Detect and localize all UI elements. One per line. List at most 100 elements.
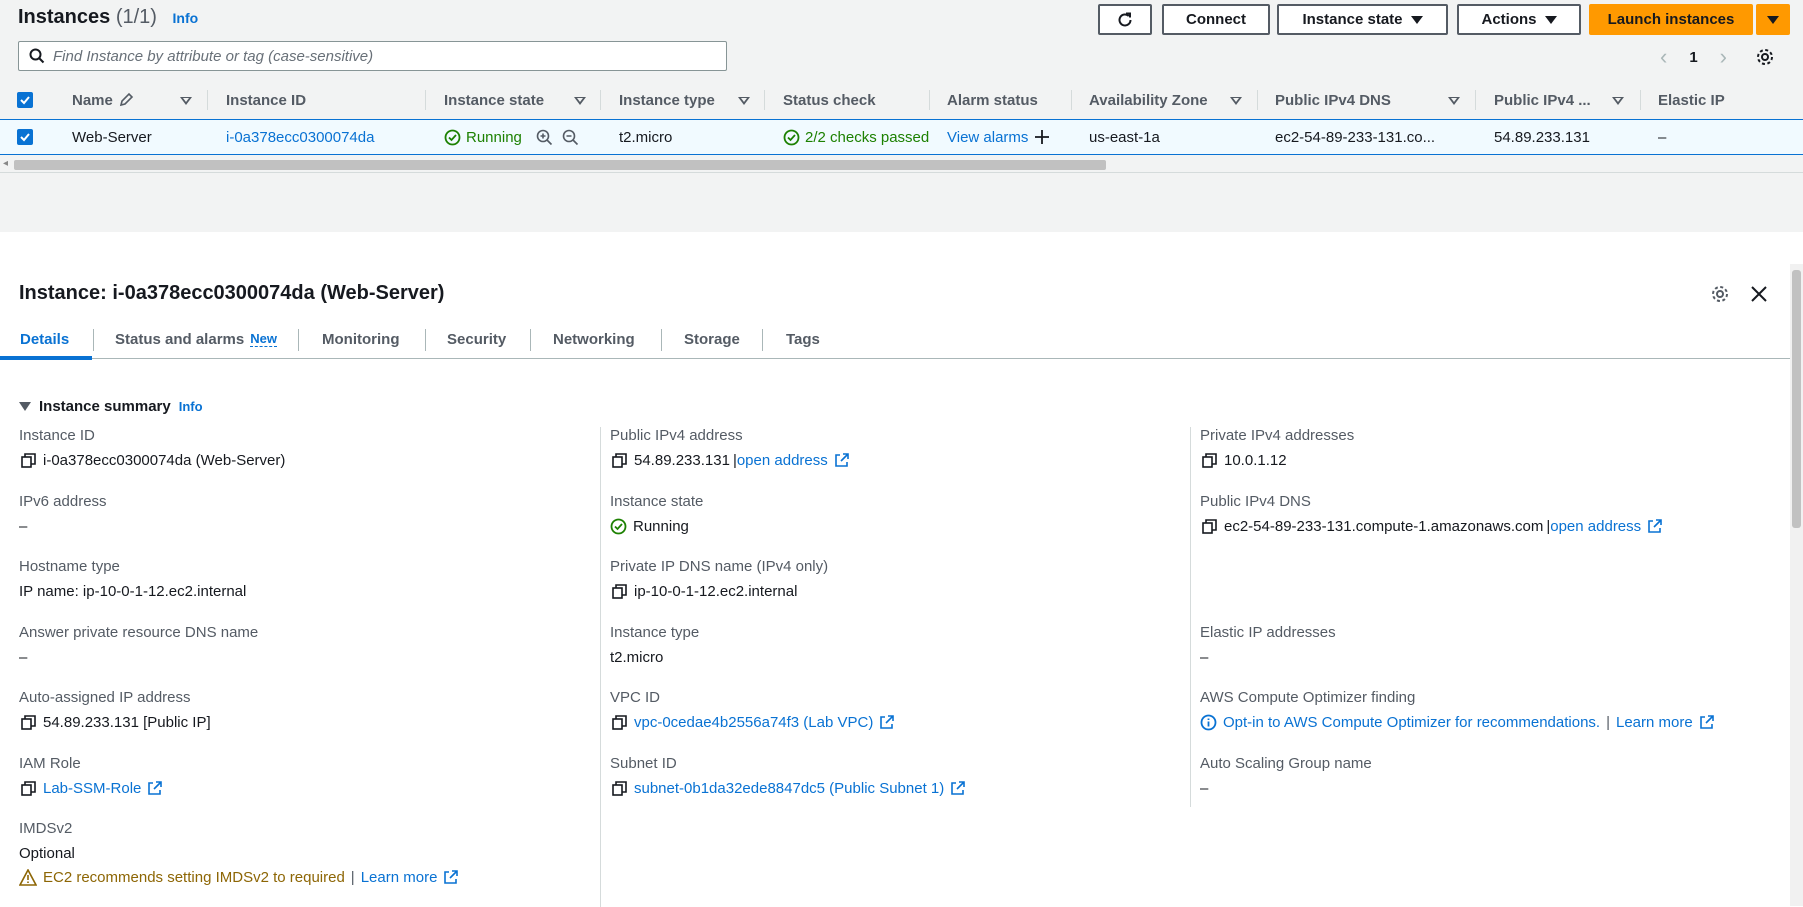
external-link-icon[interactable]	[950, 780, 966, 796]
info-link[interactable]: Info	[173, 10, 199, 26]
summary-info-link[interactable]: Info	[179, 399, 203, 414]
field-public-ipv4-dns: Public IPv4 DNS ec2-54-89-233-131.comput…	[1200, 493, 1760, 538]
field-instance-id: Instance ID i-0a378ecc0300074da (Web-Ser…	[19, 427, 286, 469]
copy-icon[interactable]	[19, 714, 37, 730]
search-input[interactable]	[53, 47, 693, 65]
caret-down-icon	[1767, 15, 1779, 24]
field-subnet-id: Subnet ID subnet-0b1da32ede8847dc5 (Publ…	[610, 755, 1170, 800]
field-iam-role: IAM Role Lab-SSM-Role	[19, 755, 579, 800]
column-header-instance-state[interactable]: Instance state	[444, 82, 544, 118]
copy-icon[interactable]	[610, 452, 628, 468]
refresh-button[interactable]	[1098, 4, 1152, 35]
copy-icon[interactable]	[610, 583, 628, 599]
cell-status-check: 2/2 checks passed	[783, 120, 929, 154]
tab-networking[interactable]: Networking	[553, 319, 635, 359]
scrollbar-thumb[interactable]	[1792, 270, 1801, 528]
gear-icon[interactable]	[1755, 47, 1775, 67]
search-bar[interactable]	[18, 41, 727, 71]
instance-state-button[interactable]: Instance state	[1277, 4, 1448, 35]
tab-monitoring[interactable]: Monitoring	[322, 319, 399, 359]
instance-id-link[interactable]: i-0a378ecc0300074da	[226, 120, 374, 154]
optimizer-learn-more-link[interactable]: Learn more	[1616, 714, 1693, 731]
tab-status-and-alarms[interactable]: Status and alarms New	[115, 319, 277, 359]
copy-icon[interactable]	[1200, 518, 1218, 534]
launch-instances-dropdown[interactable]	[1756, 4, 1790, 35]
tab-security[interactable]: Security	[447, 319, 506, 359]
active-tab-indicator	[0, 356, 92, 360]
sort-icon[interactable]	[180, 97, 192, 105]
instance-summary-header[interactable]: Instance summary Info	[19, 398, 203, 415]
cell-instance-state: Running	[444, 120, 522, 154]
previous-page-icon[interactable]: ‹	[1660, 44, 1667, 70]
field-elastic-ip: Elastic IP addresses –	[1200, 624, 1336, 666]
tab-storage[interactable]: Storage	[684, 319, 740, 359]
scrollbar-thumb[interactable]	[14, 160, 1106, 170]
collapse-triangle-icon[interactable]	[19, 402, 31, 411]
actions-button[interactable]: Actions	[1457, 4, 1581, 35]
tab-details[interactable]: Details	[20, 319, 69, 359]
column-header-instance-type[interactable]: Instance type	[619, 82, 715, 118]
column-header-availability-zone[interactable]: Availability Zone	[1089, 82, 1208, 118]
external-link-icon[interactable]	[1647, 518, 1662, 534]
sort-icon[interactable]	[1448, 97, 1460, 105]
view-alarms-link[interactable]: View alarms	[947, 120, 1050, 154]
column-header-alarm-status[interactable]: Alarm status	[947, 82, 1038, 118]
subnet-id-link[interactable]: subnet-0b1da32ede8847dc5 (Public Subnet …	[634, 780, 944, 797]
compute-optimizer-link[interactable]: Opt-in to AWS Compute Optimizer for reco…	[1223, 714, 1600, 731]
table-row[interactable]: Web-Server i-0a378ecc0300074da Running t…	[0, 119, 1803, 155]
external-link-icon[interactable]	[834, 452, 849, 468]
field-vpc-id: VPC ID vpc-0cedae4b2556a74f3 (Lab VPC)	[610, 689, 1170, 734]
plus-icon[interactable]	[1034, 129, 1050, 145]
cell-public-dns: ec2-54-89-233-131.co...	[1275, 128, 1436, 146]
row-checkbox[interactable]	[17, 120, 33, 154]
select-all-checkbox[interactable]	[17, 82, 33, 118]
field-compute-optimizer: AWS Compute Optimizer finding Opt-in to …	[1200, 689, 1760, 734]
copy-icon[interactable]	[19, 452, 37, 468]
sort-icon[interactable]	[574, 97, 586, 105]
panel-title: Instance: i-0a378ecc0300074da (Web-Serve…	[19, 282, 445, 304]
copy-icon[interactable]	[610, 714, 628, 730]
page-number[interactable]: 1	[1689, 49, 1697, 66]
field-public-ipv4: Public IPv4 address 54.89.233.131 | open …	[610, 427, 1170, 472]
warning-icon	[19, 868, 37, 886]
copy-icon[interactable]	[610, 780, 628, 796]
sort-icon[interactable]	[1612, 97, 1624, 105]
column-header-name[interactable]: Name	[72, 82, 134, 118]
column-header-public-dns[interactable]: Public IPv4 DNS	[1275, 82, 1391, 118]
field-answer-dns: Answer private resource DNS name –	[19, 624, 259, 666]
connect-button[interactable]: Connect	[1162, 4, 1270, 35]
iam-role-link[interactable]: Lab-SSM-Role	[43, 780, 141, 797]
imds-learn-more-link[interactable]: Learn more	[361, 869, 438, 886]
column-header-status-check[interactable]: Status check	[783, 82, 876, 118]
tab-tags[interactable]: Tags	[786, 319, 820, 359]
scroll-left-icon[interactable]: ◂	[3, 158, 8, 169]
sort-icon[interactable]	[1230, 97, 1242, 105]
column-header-instance-id[interactable]: Instance ID	[226, 82, 306, 118]
vpc-id-link[interactable]: vpc-0cedae4b2556a74f3 (Lab VPC)	[634, 714, 873, 731]
column-header-public-ipv4[interactable]: Public IPv4 ...	[1494, 82, 1591, 118]
horizontal-scrollbar[interactable]: ◂	[0, 157, 1803, 173]
open-address-link[interactable]: open address	[1550, 518, 1641, 535]
zoom-in-icon[interactable]	[536, 129, 553, 146]
external-link-icon[interactable]	[147, 780, 163, 796]
vertical-scrollbar[interactable]	[1790, 264, 1803, 906]
field-hostname-type: Hostname type IP name: ip-10-0-1-12.ec2.…	[19, 558, 247, 600]
field-private-ipv4: Private IPv4 addresses 10.0.1.12	[1200, 427, 1355, 469]
zoom-out-icon[interactable]	[562, 129, 579, 146]
external-link-icon[interactable]	[1699, 714, 1714, 730]
copy-icon[interactable]	[19, 780, 37, 796]
open-address-link[interactable]: open address	[737, 452, 828, 469]
field-imdsv2: IMDSv2 Optional EC2 recommends setting I…	[19, 820, 579, 889]
summary-column-1: Instance ID i-0a378ecc0300074da (Web-Ser…	[19, 427, 599, 907]
close-icon[interactable]	[1750, 285, 1768, 303]
field-auto-scaling-group: Auto Scaling Group name –	[1200, 755, 1372, 797]
next-page-icon[interactable]: ›	[1720, 44, 1727, 70]
external-link-icon[interactable]	[443, 869, 459, 885]
field-private-dns: Private IP DNS name (IPv4 only) ip-10-0-…	[610, 558, 829, 600]
gear-icon[interactable]	[1710, 284, 1730, 304]
external-link-icon[interactable]	[879, 714, 895, 730]
launch-instances-button[interactable]: Launch instances	[1589, 4, 1753, 35]
column-header-elastic-ip[interactable]: Elastic IP	[1658, 82, 1725, 118]
sort-icon[interactable]	[738, 97, 750, 105]
copy-icon[interactable]	[1200, 452, 1218, 468]
